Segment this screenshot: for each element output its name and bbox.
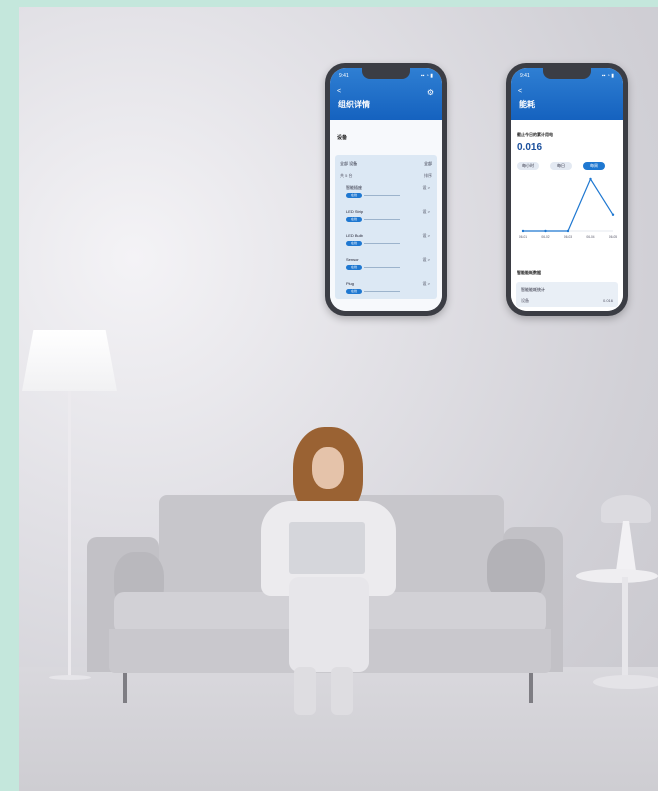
- back-button[interactable]: <: [518, 88, 522, 95]
- list-item[interactable]: 智能插座 在线 设 >: [340, 185, 432, 207]
- device-panel: 全部 设备 全部 共 5 台 排序 智能插座 在线 设 > LED Strip …: [335, 155, 437, 299]
- section-title: 设备: [337, 135, 348, 141]
- device-action[interactable]: 设 >: [423, 185, 430, 191]
- data-point: [544, 229, 547, 233]
- list-item[interactable]: LED Bulb 在线 设 >: [340, 233, 432, 255]
- person-right-boot: [331, 667, 353, 715]
- phone-notch: [543, 68, 591, 79]
- phone-screen: 9:41 ▪▪ ◔ ▮ < 能耗 截止今日的累计用电 0.016 每小时 每日 …: [511, 68, 623, 311]
- panel-header: 全部 设备 全部: [340, 161, 432, 167]
- data-point: [521, 229, 525, 233]
- footer-title: 智能能耗数据: [517, 270, 541, 275]
- list-item[interactable]: Sensor 在线 设 >: [340, 257, 432, 279]
- back-button[interactable]: <: [337, 88, 341, 95]
- status-icons: ▪▪ ◔ ▮: [601, 73, 614, 79]
- energy-value: 0.016: [517, 142, 543, 153]
- card-row-value: 0.016: [602, 298, 613, 303]
- device-name: Sensor: [346, 257, 359, 262]
- floor-lamp-shade: [22, 330, 117, 391]
- sofa-leg: [529, 673, 533, 703]
- page-title: 能耗: [519, 100, 535, 109]
- side-table-top: [576, 569, 658, 583]
- panel-subheader: 共 5 台 排序: [340, 173, 432, 179]
- device-action[interactable]: 设 >: [423, 209, 430, 215]
- status-time: 9:41: [339, 73, 349, 79]
- living-room-photo: 9:41 ▪▪ ◔ ▮ < 组织详情 ⚙ 设备 全部 设备 全部 共 5 台 排…: [19, 7, 658, 791]
- data-point: [611, 213, 615, 216]
- x-tick-label: 06-05: [609, 235, 617, 239]
- device-count: 共 5 台: [340, 173, 353, 178]
- device-action[interactable]: 设 >: [423, 281, 430, 287]
- status-icons: ▪▪ ◔ ▮: [420, 73, 433, 79]
- device-list-content: 设备 全部 设备 全部 共 5 台 排序 智能插座 在线 设 > LED Str…: [330, 120, 442, 311]
- device-name: LED Bulb: [346, 233, 363, 238]
- phone-screen: 9:41 ▪▪ ◔ ▮ < 组织详情 ⚙ 设备 全部 设备 全部 共 5 台 排…: [330, 68, 442, 311]
- mint-border-left: [0, 0, 19, 791]
- phone-energy: 9:41 ▪▪ ◔ ▮ < 能耗 截止今日的累计用电 0.016 每小时 每日 …: [506, 63, 628, 316]
- x-tick-label: 06-02: [541, 235, 549, 239]
- status-badge: 在线: [346, 289, 362, 294]
- segment-weekly[interactable]: 每周: [583, 162, 605, 170]
- divider: [364, 291, 400, 292]
- phone-device-list: 9:41 ▪▪ ◔ ▮ < 组织详情 ⚙ 设备 全部 设备 全部 共 5 台 排…: [325, 63, 447, 316]
- status-badge: 在线: [346, 241, 362, 246]
- energy-content: 截止今日的累计用电 0.016 每小时 每日 每周 06-01 06-02 06-0…: [511, 120, 623, 311]
- divider: [364, 267, 400, 268]
- laptop: [289, 522, 365, 574]
- divider: [364, 195, 400, 196]
- x-tick-label: 06-01: [519, 235, 527, 239]
- stats-card[interactable]: 智能能耗统计 设备 0.016: [516, 282, 618, 307]
- page-title: 组织详情: [338, 100, 370, 109]
- series-line: [523, 177, 614, 232]
- gear-icon[interactable]: ⚙: [427, 88, 434, 97]
- energy-label: 截止今日的累计用电: [517, 132, 553, 137]
- sort-button[interactable]: 排序: [424, 173, 432, 179]
- device-name: Plug: [346, 281, 355, 286]
- side-table-base: [593, 675, 658, 689]
- table-lamp-shade: [601, 495, 651, 523]
- divider: [364, 243, 400, 244]
- floor-lamp-pole: [68, 391, 71, 676]
- card-title: 智能能耗统计: [521, 287, 545, 292]
- segment-daily[interactable]: 每日: [550, 162, 572, 170]
- device-action[interactable]: 设 >: [423, 257, 430, 263]
- card-row: 设备 0.016: [521, 298, 613, 304]
- phone-notch: [362, 68, 410, 79]
- person-left-boot: [294, 667, 316, 715]
- sofa-leg: [123, 673, 127, 703]
- data-point: [566, 229, 570, 233]
- data-point: [589, 177, 592, 181]
- energy-line-chart: 06-01 06-02 06-03 06-04 06-05: [519, 177, 617, 239]
- side-table-stem: [622, 577, 628, 687]
- person-legs: [289, 577, 369, 672]
- segment-hourly[interactable]: 每小时: [517, 162, 539, 170]
- panel-header-left[interactable]: 全部 设备: [340, 161, 357, 167]
- device-name: 智能插座: [346, 185, 362, 190]
- x-tick-label: 06-04: [586, 235, 594, 239]
- divider: [364, 219, 400, 220]
- list-item[interactable]: Plug 在线 设 >: [340, 281, 432, 303]
- status-time: 9:41: [520, 73, 530, 79]
- mint-border-top: [0, 0, 658, 7]
- table-lamp-body: [616, 521, 636, 571]
- panel-header-right[interactable]: 全部: [424, 161, 432, 167]
- card-row-label: 设备: [521, 298, 529, 303]
- status-badge: 在线: [346, 265, 362, 270]
- floor-lamp-base: [49, 675, 91, 680]
- status-badge: 在线: [346, 193, 362, 198]
- status-badge: 在线: [346, 217, 362, 222]
- device-action[interactable]: 设 >: [423, 233, 430, 239]
- person-face: [312, 447, 344, 489]
- list-item[interactable]: LED Strip 在线 设 >: [340, 209, 432, 231]
- x-tick-label: 06-03: [564, 235, 572, 239]
- device-name: LED Strip: [346, 209, 364, 214]
